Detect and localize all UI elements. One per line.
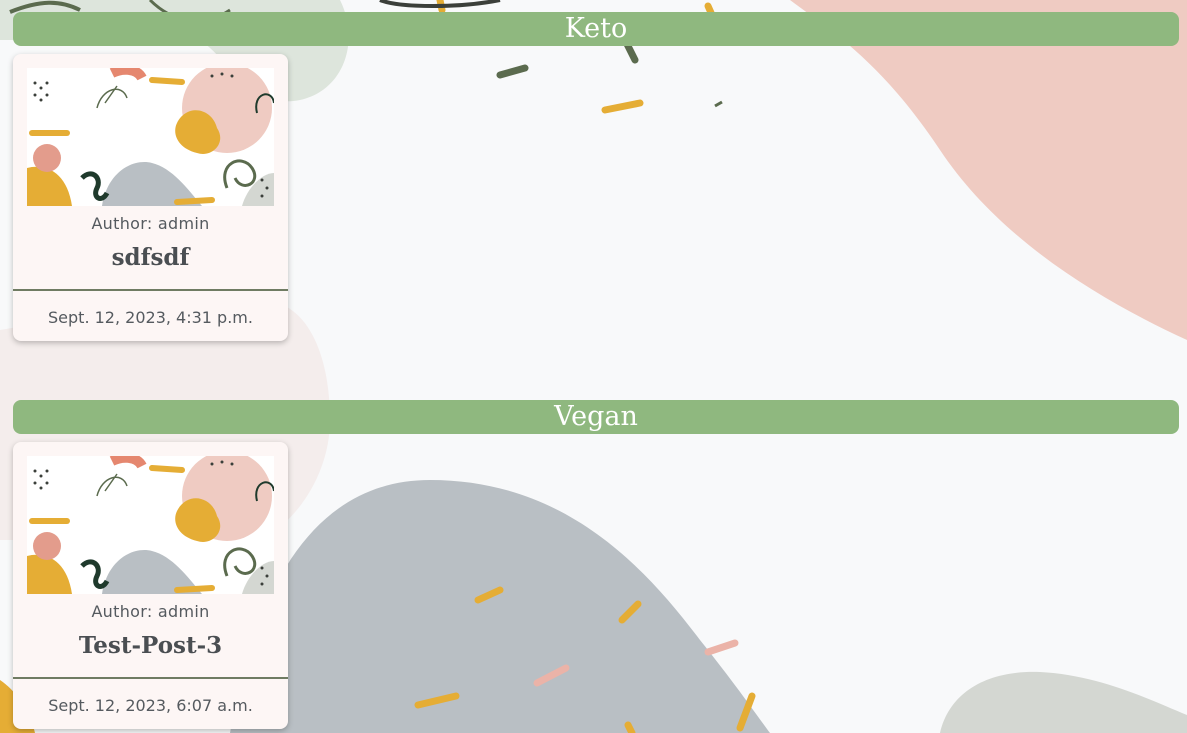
category-heading: Keto [13,12,1179,46]
category-section-vegan: Vegan Author: admin Test-Post-3 Sept. 12… [13,400,1179,729]
category-heading: Vegan [13,400,1179,434]
card-divider [13,289,288,291]
post-author: Author: admin [91,602,210,621]
post-title[interactable]: Test-Post-3 [13,632,288,659]
post-author: Author: admin [91,214,210,233]
card-divider [13,677,288,679]
post-card[interactable]: Author: admin sdfsdf Sept. 12, 2023, 4:3… [13,54,288,341]
post-date: Sept. 12, 2023, 6:07 a.m. [48,696,253,715]
category-section-keto: Keto Author: admin sdfsdf Sept. 12, 2023… [13,12,1179,341]
post-thumbnail-image[interactable] [27,456,274,594]
post-thumbnail-image[interactable] [27,68,274,206]
post-title[interactable]: sdfsdf [13,244,288,271]
post-card[interactable]: Author: admin Test-Post-3 Sept. 12, 2023… [13,442,288,729]
post-date: Sept. 12, 2023, 4:31 p.m. [48,308,253,327]
